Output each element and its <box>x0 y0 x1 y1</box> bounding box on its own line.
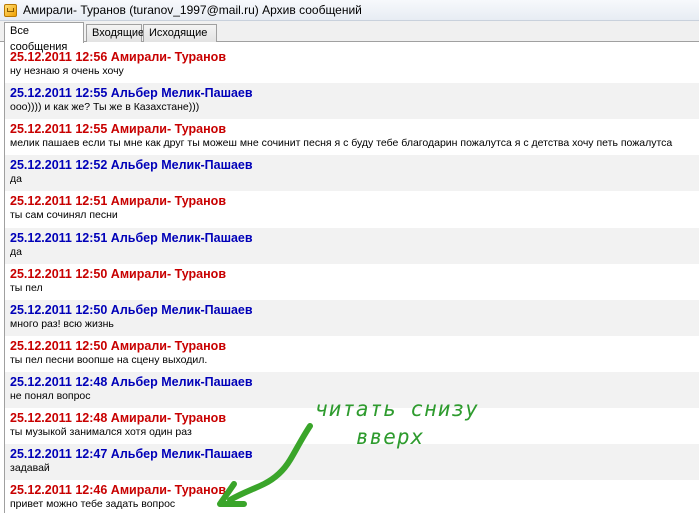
message-text: ооо)))) и как же? Ты же в Казахстане))) <box>10 101 200 113</box>
annotation-upwards: вверх <box>356 425 425 449</box>
message-text: ты пел <box>10 282 43 294</box>
message-item: 25.12.2011 12:52 Альбер Мелик-Пашаев да <box>5 155 699 191</box>
message-text: да <box>10 246 22 258</box>
hand-drawn-arrow-icon <box>217 423 313 507</box>
message-header: 25.12.2011 12:50 Амирали- Туранов <box>10 339 226 353</box>
message-item: 25.12.2011 12:56 Амирали- Туранов ну нез… <box>5 47 699 83</box>
tab-outgoing[interactable]: Исходящие <box>143 24 217 42</box>
message-item: 25.12.2011 12:50 Амирали- Туранов ты пел… <box>5 336 699 372</box>
message-item: 25.12.2011 12:55 Амирали- Туранов мелик … <box>5 119 699 155</box>
message-item: 25.12.2011 12:50 Амирали- Туранов ты пел <box>5 264 699 300</box>
message-header: 25.12.2011 12:48 Альбер Мелик-Пашаев <box>10 375 253 389</box>
message-text: ты пел песни воопше на сцену выходил. <box>10 354 208 366</box>
message-text: привет можно тебе задать вопрос <box>10 498 176 510</box>
message-header: 25.12.2011 12:50 Амирали- Туранов <box>10 267 226 281</box>
message-header: 25.12.2011 12:52 Альбер Мелик-Пашаев <box>10 158 253 172</box>
message-text: ты сам сочинял песни <box>10 209 118 221</box>
message-text: да <box>10 173 22 185</box>
message-item: 25.12.2011 12:46 Амирали- Туранов привет… <box>5 480 699 513</box>
message-item: 25.12.2011 12:51 Альбер Мелик-Пашаев да <box>5 228 699 264</box>
message-header: 25.12.2011 12:55 Амирали- Туранов <box>10 122 226 136</box>
tab-incoming[interactable]: Входящие <box>86 24 144 42</box>
message-text: мелик пашаев если ты мне как друг ты мож… <box>10 137 673 149</box>
message-item: 25.12.2011 12:50 Альбер Мелик-Пашаев мно… <box>5 300 699 336</box>
message-header: 25.12.2011 12:51 Альбер Мелик-Пашаев <box>10 231 253 245</box>
message-text: много раз! всю жизнь <box>10 318 114 330</box>
tab-all-messages[interactable]: Все сообщения <box>4 22 84 53</box>
message-header: 25.12.2011 12:46 Амирали- Туранов <box>10 483 226 497</box>
window-titlebar: Амирали- Туранов (turanov_1997@mail.ru) … <box>0 0 699 21</box>
message-text: задавай <box>10 462 50 474</box>
message-archive-list[interactable]: 25.12.2011 12:56 Амирали- Туранов ну нез… <box>4 42 699 513</box>
message-item: 25.12.2011 12:51 Амирали- Туранов ты сам… <box>5 191 699 227</box>
message-header: 25.12.2011 12:47 Альбер Мелик-Пашаев <box>10 447 253 461</box>
message-text: ну незнаю я очень хочу <box>10 65 124 77</box>
window-title: Амирали- Туранов (turanov_1997@mail.ru) … <box>23 3 362 17</box>
message-header: 25.12.2011 12:50 Альбер Мелик-Пашаев <box>10 303 253 317</box>
message-header: 25.12.2011 12:55 Альбер Мелик-Пашаев <box>10 86 253 100</box>
message-header: 25.12.2011 12:51 Амирали- Туранов <box>10 194 226 208</box>
annotation-read-from-bottom: читать снизу <box>315 397 479 421</box>
message-text: ты музыкой занимался хотя один раз <box>10 426 192 438</box>
message-item: 25.12.2011 12:55 Альбер Мелик-Пашаев ооо… <box>5 83 699 119</box>
message-header: 25.12.2011 12:56 Амирали- Туранов <box>10 50 226 64</box>
tab-strip: Все сообщения Входящие Исходящие <box>0 21 699 53</box>
archive-app-icon <box>4 3 17 17</box>
message-item: 25.12.2011 12:47 Альбер Мелик-Пашаев зад… <box>5 444 699 480</box>
